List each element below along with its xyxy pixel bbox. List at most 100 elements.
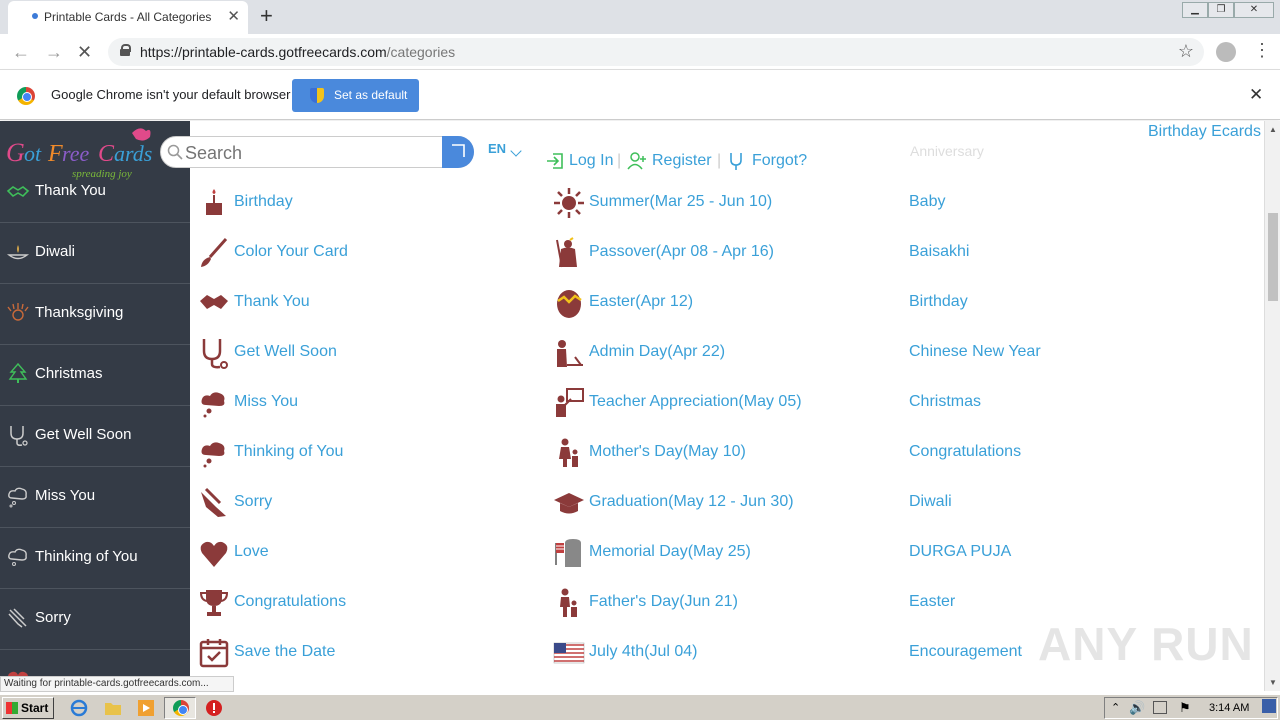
media-player-icon[interactable]	[137, 699, 155, 717]
browser-toolbar: ← → ✕ https://printable-cards.gotfreecar…	[0, 34, 1280, 70]
minimize-icon[interactable]: ▁	[1182, 2, 1208, 18]
svg-text:F: F	[47, 141, 63, 167]
new-tab-icon[interactable]: +	[260, 4, 273, 28]
login-icon	[547, 153, 563, 169]
search-input[interactable]	[185, 141, 440, 165]
category-encouragement[interactable]: Encouragement	[909, 643, 1022, 661]
admin-icon	[557, 340, 583, 367]
chrome-taskbar-button[interactable]	[164, 697, 196, 719]
scroll-down-icon[interactable]: ▼	[1269, 678, 1277, 687]
folder-icon[interactable]	[104, 699, 122, 717]
birthday-ecards-link[interactable]: Birthday Ecards	[1148, 123, 1261, 141]
teacher-icon	[556, 388, 584, 417]
sidebar-item-sorry[interactable]: Sorry	[0, 589, 190, 650]
show-desktop-icon[interactable]	[1262, 699, 1276, 713]
set-default-label: Set as default	[334, 88, 408, 102]
calendar-icon	[199, 639, 229, 668]
svg-text:ards: ards	[114, 141, 152, 166]
category-baby[interactable]: Baby	[909, 193, 945, 211]
turkey-icon	[7, 303, 29, 321]
chevron-down-icon[interactable]	[510, 145, 522, 157]
lock-icon	[120, 44, 131, 56]
shield-icon	[310, 88, 324, 103]
stethoscope-icon	[10, 426, 28, 446]
category-durga-puja[interactable]: DURGA PUJA	[909, 543, 1011, 561]
forgot-password-link[interactable]: Forgot?	[752, 152, 807, 170]
back-icon[interactable]: ←	[12, 42, 30, 63]
egg-icon	[557, 290, 582, 318]
category-diwali[interactable]: Diwali	[909, 493, 952, 511]
default-browser-infobar: Google Chrome isn't your default browser…	[0, 70, 1280, 120]
sidebar-item-miss-you[interactable]: Miss You	[0, 467, 190, 528]
login-link[interactable]: Log In	[569, 152, 613, 170]
divider: |	[717, 152, 722, 169]
category-baisakhi[interactable]: Baisakhi	[909, 243, 969, 261]
divider: |	[617, 152, 622, 169]
sidebar-item-diwali[interactable]: Diwali	[0, 223, 190, 284]
thought-icon	[201, 442, 225, 468]
status-bar: Waiting for printable-cards.gotfreecards…	[0, 676, 234, 692]
clock: 3:14 AM	[1209, 702, 1250, 714]
bookmark-star-icon[interactable]: ☆	[1178, 41, 1194, 62]
profile-icon[interactable]	[1216, 42, 1236, 62]
us-flag-icon	[553, 642, 585, 664]
sidebar-item-thinking-of-you[interactable]: Thinking of You	[0, 528, 190, 589]
heart-icon	[8, 671, 28, 676]
search-button[interactable]	[442, 136, 474, 168]
memorial-icon	[555, 539, 581, 567]
tree-icon	[8, 362, 28, 383]
chrome-icon	[173, 700, 189, 716]
diya-icon	[6, 245, 30, 260]
category-birthday-2[interactable]: Birthday	[909, 293, 968, 311]
browser-tab[interactable]: Printable Cards - All Categories ✕	[8, 1, 248, 34]
gotfreecards-logo[interactable]: G ot F ree C ards spreading joy	[4, 125, 156, 183]
tray-expand-icon[interactable]: ⌃	[1111, 701, 1120, 714]
category-christmas[interactable]: Christmas	[909, 393, 981, 411]
forward-icon[interactable]: →	[45, 42, 63, 63]
url-text[interactable]: https://printable-cards.gotfreecards.com…	[140, 44, 455, 60]
praying-hands-icon	[201, 487, 226, 517]
sidebar-item-love[interactable]	[0, 650, 190, 676]
search-bar	[160, 136, 474, 168]
ie-icon[interactable]	[70, 699, 88, 717]
graduation-cap-icon	[554, 493, 584, 514]
search-submit-icon	[452, 144, 465, 157]
tab-title: Printable Cards - All Categories	[44, 10, 212, 24]
scrollbar-thumb[interactable]	[1268, 213, 1278, 301]
svg-text:C: C	[98, 141, 115, 167]
register-icon	[627, 152, 646, 170]
restore-icon[interactable]: ❐	[1208, 2, 1234, 18]
register-link[interactable]: Register	[652, 152, 712, 170]
faded-category: Anniversary	[910, 143, 984, 159]
category-chinese-new-year[interactable]: Chinese New Year	[909, 343, 1041, 361]
svg-text:ot: ot	[24, 141, 42, 166]
sidebar-item-thanksgiving[interactable]: Thanksgiving	[0, 284, 190, 345]
sidebar-item-christmas[interactable]: Christmas	[0, 345, 190, 406]
close-tab-icon[interactable]: ✕	[227, 7, 240, 25]
start-button[interactable]: Start	[2, 697, 54, 719]
close-infobar-icon[interactable]: ✕	[1249, 85, 1263, 105]
scroll-up-icon[interactable]: ▲	[1269, 125, 1277, 134]
vertical-scrollbar[interactable]: ▲ ▼	[1264, 121, 1280, 691]
language-selector[interactable]: EN	[488, 141, 506, 156]
network-icon[interactable]	[1153, 701, 1167, 714]
mother-icon	[559, 438, 578, 467]
horizontal-scroll-area	[234, 676, 1264, 691]
cake-icon	[206, 189, 222, 215]
flag-icon[interactable]: ⚑	[1179, 700, 1191, 716]
svg-text:ree: ree	[62, 141, 90, 166]
address-bar[interactable]: https://printable-cards.gotfreecards.com…	[108, 38, 1204, 66]
close-window-icon[interactable]: ✕	[1234, 2, 1274, 18]
sidebar-item-get-well-soon[interactable]: Get Well Soon	[0, 406, 190, 467]
system-tray: ⌃ 🔊 ⚑ 3:14 AM	[1104, 697, 1278, 719]
category-easter-2[interactable]: Easter	[909, 593, 955, 611]
browser-titlebar: Printable Cards - All Categories ✕ + ▁ ❐…	[0, 0, 1280, 34]
loading-icon	[32, 13, 38, 19]
stop-loading-icon[interactable]: ✕	[77, 42, 92, 63]
set-default-button[interactable]: Set as default	[292, 79, 419, 112]
stop-icon[interactable]	[205, 699, 223, 717]
category-congratulations-2[interactable]: Congratulations	[909, 443, 1021, 461]
volume-icon[interactable]: 🔊	[1129, 700, 1145, 716]
site-header: G ot F ree C ards spreading joy EN Log I…	[0, 121, 1264, 185]
menu-icon[interactable]: ⋮	[1253, 40, 1271, 61]
